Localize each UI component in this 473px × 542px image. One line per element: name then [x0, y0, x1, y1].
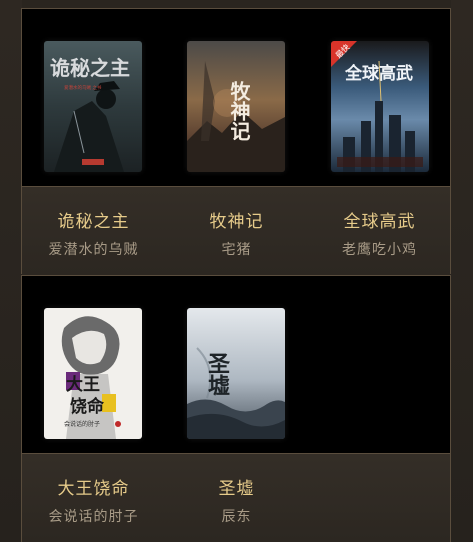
bookshelf-page: 诡秘之主 爱潜水的乌贼 之书 牧神记 最快 全球高武 诡秘之主 爱潜水的乌贼 牧…	[0, 0, 473, 542]
book-title-quanqiu[interactable]: 全球高武	[308, 207, 451, 232]
book-cover-dawang[interactable]: 大王 饶命 会说话的肘子	[44, 308, 142, 439]
shelf-rail-left	[0, 0, 22, 542]
book-cover-art: 牧神记	[187, 41, 285, 172]
book-cover-art: 诡秘之主 爱潜水的乌贼 之书	[44, 41, 142, 172]
cover-title-bottom-text: 饶命	[70, 396, 105, 417]
shelf-labels-1: 诡秘之主 爱潜水的乌贼 牧神记 宅猪 全球高武 老鹰吃小鸡	[22, 186, 450, 275]
book-title-shengxu[interactable]: 圣墟	[165, 474, 308, 499]
book-title-mushenji[interactable]: 牧神记	[165, 207, 308, 232]
cover-subtitle-text: 爱潜水的乌贼 之书	[64, 84, 102, 91]
book-title-guimi[interactable]: 诡秘之主	[22, 207, 165, 232]
cover-title-text: 全球高武	[344, 63, 413, 84]
book-author-quanqiu: 老鹰吃小鸡	[342, 242, 417, 258]
cover-title-top-text: 大王	[66, 374, 100, 395]
book-cover-art: 大王 饶命 会说话的肘子	[44, 308, 142, 439]
cover-subtitle-text: 会说话的肘子	[64, 420, 100, 428]
cover-title-text: 圣墟	[204, 352, 230, 397]
cover-title-text: 诡秘之主	[50, 56, 130, 80]
shelf-row-1: 诡秘之主 爱潜水的乌贼 之书 牧神记 最快 全球高武 诡秘之主 爱潜水的乌贼 牧…	[21, 8, 451, 275]
book-cover-art: 圣墟	[187, 308, 285, 439]
book-cover-art: 最快 全球高武	[331, 41, 429, 172]
cover-title-text: 牧神记	[227, 80, 251, 141]
book-author-shengxu: 辰东	[221, 509, 252, 525]
book-cover-quanqiu[interactable]: 最快 全球高武	[331, 41, 429, 172]
shelf-rail-right	[451, 0, 473, 542]
book-author-mushenji: 宅猪	[221, 242, 252, 258]
shelf-labels-2: 大王饶命 会说话的肘子 圣墟 辰东	[22, 453, 450, 542]
shelf-row-2: 大王 饶命 会说话的肘子 圣墟 大王饶命 会说话的肘子 圣墟 辰东	[21, 275, 451, 542]
book-cover-mushenji[interactable]: 牧神记	[187, 41, 285, 172]
book-cover-shengxu[interactable]: 圣墟	[187, 308, 285, 439]
book-author-guimi: 爱潜水的乌贼	[48, 242, 139, 258]
shelf-display-2: 大王 饶命 会说话的肘子 圣墟	[22, 276, 450, 453]
book-author-dawang: 会说话的肘子	[48, 509, 139, 525]
shelf-display-1: 诡秘之主 爱潜水的乌贼 之书 牧神记 最快 全球高武	[22, 9, 450, 186]
book-cover-guimi[interactable]: 诡秘之主 爱潜水的乌贼 之书	[44, 41, 142, 172]
book-title-dawang[interactable]: 大王饶命	[22, 474, 165, 499]
